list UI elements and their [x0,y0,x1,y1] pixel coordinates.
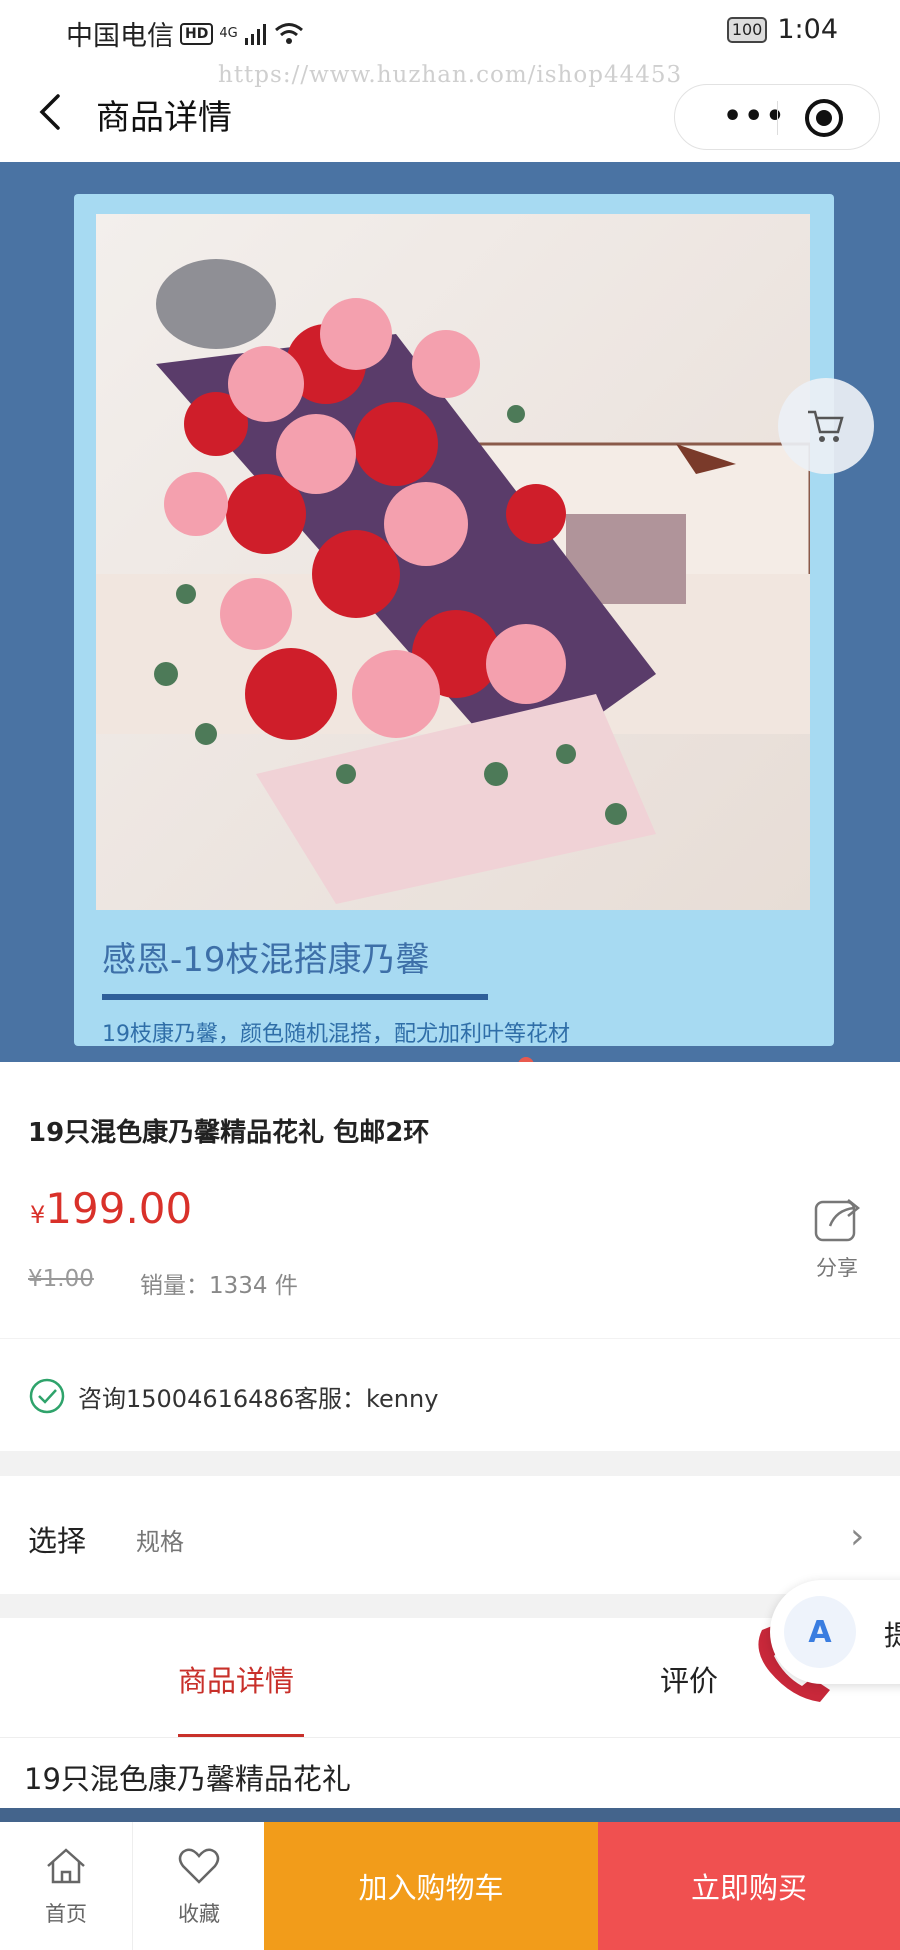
spec-select-row[interactable]: 选择 规格 › [0,1476,900,1594]
sales-count: 销量：1334 件 [140,1273,298,1299]
tab-product-detail[interactable]: 商品详情 [178,1658,294,1700]
home-button[interactable]: 首页 [0,1822,132,1950]
bouquet-illustration [96,259,810,904]
home-label: 首页 [45,1902,87,1926]
watermark-url: https://www.huzhan.com/ishop44453 [218,62,683,88]
status-right: 100 1:04 [726,14,838,45]
battery-icon: 100 [726,16,768,43]
home-icon [47,1848,85,1884]
favorite-label: 收藏 [178,1902,220,1926]
capsule-divider [777,101,778,135]
share-label[interactable]: 分享 [816,1252,858,1282]
network-label: 4G [219,26,238,41]
price: ¥199.00 [30,1184,192,1233]
target-circle-icon[interactable] [805,99,843,137]
clock: 1:04 [777,14,838,45]
carrier-label: 中国电信 [66,21,174,52]
banner-card: 感恩-19枝混搭康乃馨 19枝康乃馨，颜色随机混搭，配尤加利叶等花材 [74,194,834,1073]
share-icon[interactable] [812,1192,864,1244]
consult-row[interactable]: 咨询15004616486客服：kenny [0,1339,900,1451]
check-circle-icon [29,1378,65,1414]
banner-caption: 感恩-19枝混搭康乃馨 [102,940,430,980]
product-banner[interactable]: 感恩-19枝混搭康乃馨 19枝康乃馨，颜色随机混搭，配尤加利叶等花材 [0,162,900,1073]
translate-icon: A [784,1596,856,1668]
detail-image-strip [0,1808,900,1822]
chevron-right-icon: › [850,1516,865,1557]
tab-reviews[interactable]: 评价 [660,1658,718,1700]
caption-underline [102,994,488,1000]
chevron-left-icon[interactable] [30,90,74,134]
banner-subcaption: 19枝康乃馨，颜色随机混搭，配尤加利叶等花材 [102,1022,570,1047]
add-to-cart-button[interactable]: 加入购物车 [264,1822,598,1950]
currency-symbol: ¥ [30,1201,46,1229]
wifi-icon [274,22,303,44]
original-price: ¥1.00 [28,1266,94,1292]
product-image[interactable] [96,214,810,910]
consult-text: 咨询15004616486客服：kenny [78,1385,439,1413]
heart-icon [178,1848,220,1884]
product-title: 19只混色康乃馨精品花礼 包邮2环 [28,1118,430,1148]
favorite-button[interactable]: 收藏 [132,1822,264,1950]
floating-cart-button[interactable] [778,378,874,474]
buy-now-button[interactable]: 立即购买 [598,1822,900,1950]
spec-value: 规格 [136,1528,184,1556]
mini-program-capsule: ••• [674,84,880,150]
detail-section-title: 19只混色康乃馨精品花礼 [0,1738,900,1810]
detail-title-text: 19只混色康乃馨精品花礼 [24,1762,351,1796]
signal-icon [244,23,266,45]
translate-label: 提 [884,1619,900,1652]
spec-label: 选择 [28,1524,87,1558]
bottom-action-bar: 首页 收藏 加入购物车 立即购买 [0,1822,900,1950]
price-value: 199.00 [45,1184,193,1233]
hd-badge: HD [180,22,214,45]
status-bar: 中国电信 HD 4G 100 1:04 [0,0,900,62]
status-left: 中国电信 HD 4G [66,14,304,53]
active-tab-indicator [178,1734,304,1737]
page-title: 商品详情 [96,98,232,138]
translate-float-button[interactable]: A 提 [770,1580,900,1684]
cart-icon [808,410,844,442]
product-info: 19只混色康乃馨精品花礼 包邮2环 ¥199.00 ¥1.00 销量：1334 … [0,1062,900,1338]
